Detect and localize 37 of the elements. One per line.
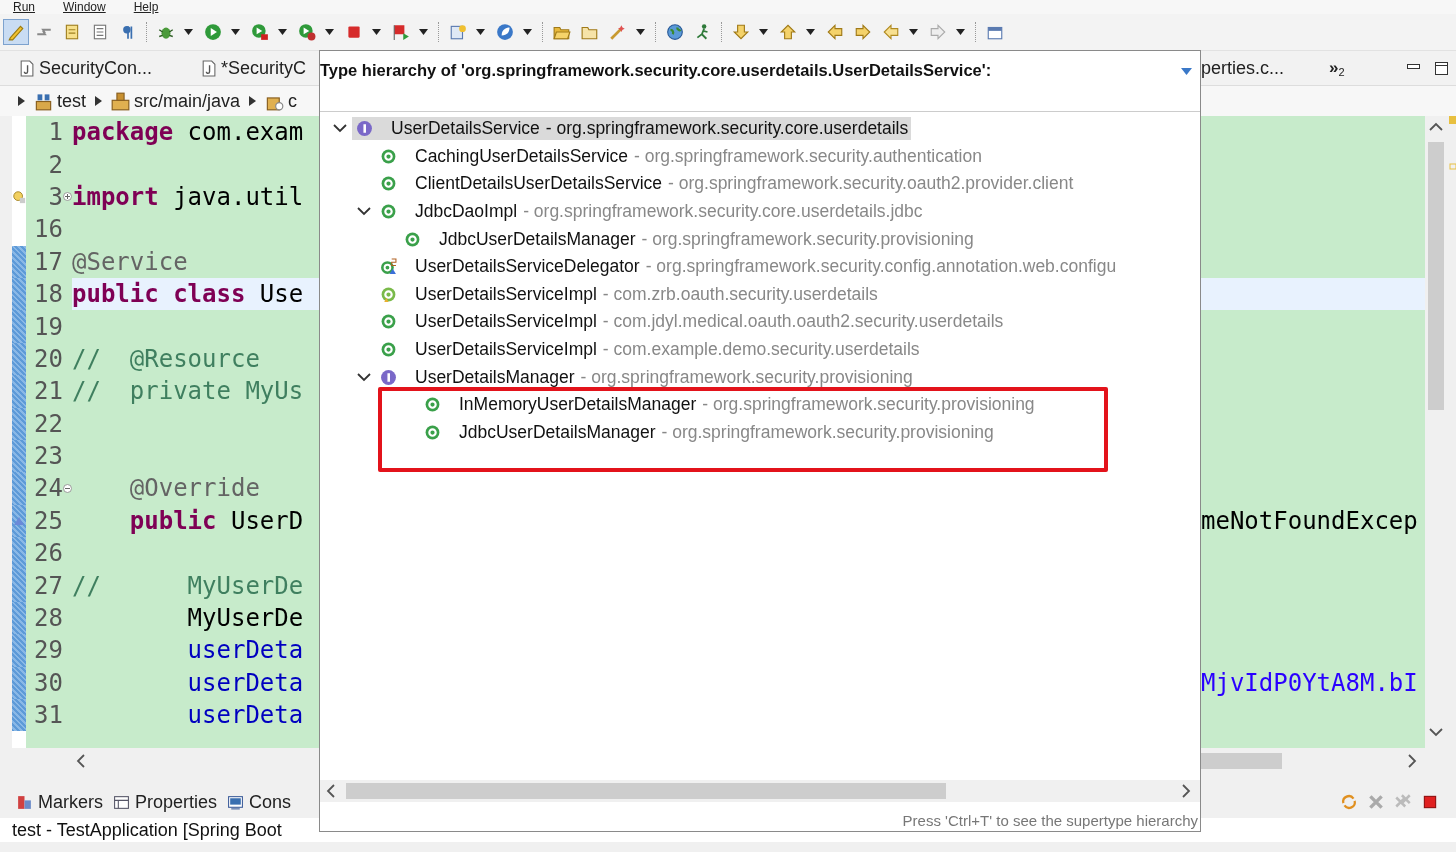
code-line: userDeta [186,668,304,697]
code-line: import java.util [72,182,304,211]
line-number: 21 [34,377,63,406]
line-number: 17 [34,247,63,276]
line-number: 16 [34,215,63,244]
code-line: package com.exam [72,118,304,147]
line-number: 29 [34,636,63,665]
code-line: MjvIdP0YtA8M.bI [1201,668,1418,697]
line-number: 24 [34,474,63,503]
popup-title: Type hierarchy of 'org.springframework.security.core.userdetails.UserDetailsService': [320,61,992,80]
code-line: // private MyUs [72,377,304,406]
line-number: 30 [34,668,63,697]
line-number: 1 [48,118,63,147]
line-number: 23 [34,442,63,471]
code-line: MyUserDe [186,604,304,633]
line-number: 31 [34,701,63,730]
line-number: 27 [34,571,63,600]
console-title: test - TestApplication [Spring Boot [12,820,282,840]
code-line: userDeta [186,701,304,730]
code-line: // @Resource [72,344,260,373]
line-number: 26 [34,539,63,568]
code-line: public UserD [128,506,304,535]
line-number: 2 [48,150,63,179]
line-number: 20 [34,344,63,373]
code-line: @Override [128,474,260,503]
line-number: 3 [48,182,63,211]
line-number: 22 [34,409,63,438]
code-line: public class Use [72,280,304,309]
line-number: 19 [34,312,63,341]
code-line: @Service [72,247,188,276]
code-line: userDeta [186,636,304,665]
line-number: 25 [34,506,63,535]
code-line: // MyUserDe [72,571,304,600]
line-number: 18 [34,280,63,309]
status-hint: Press 'Ctrl+T' to see the supertype hierarchy [902,812,1198,829]
line-number: 28 [34,604,63,633]
code-line: meNotFoundExcep [1201,506,1418,535]
